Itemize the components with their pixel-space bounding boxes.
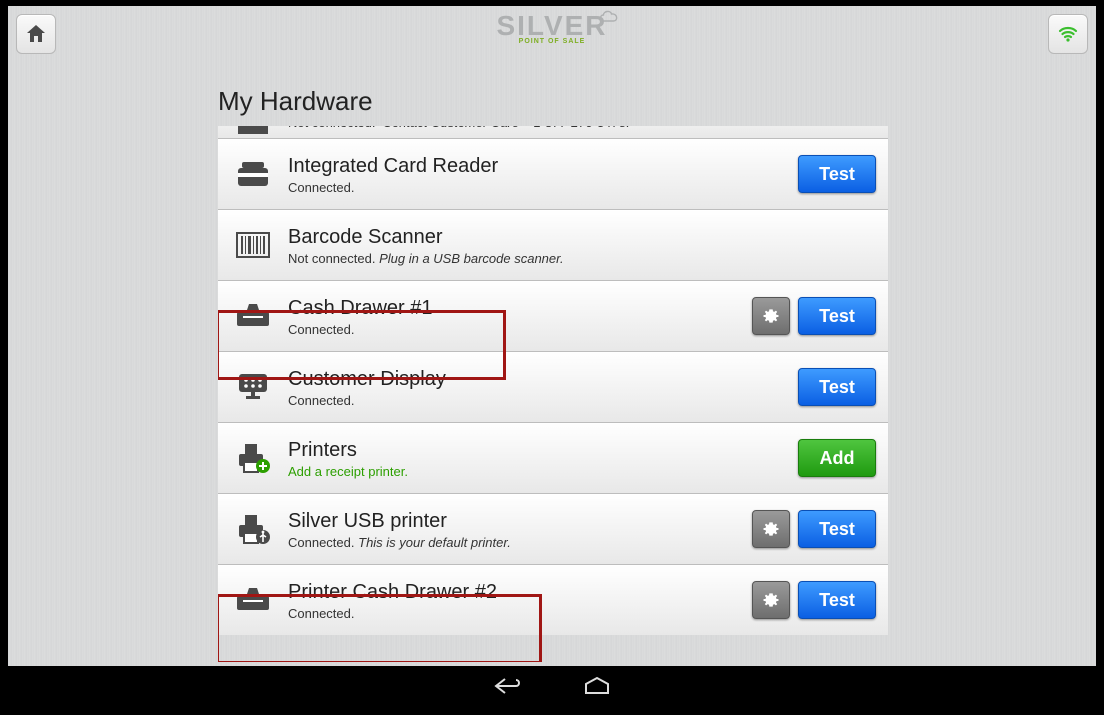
drawer-icon <box>236 126 270 138</box>
home-nav-button[interactable] <box>583 676 611 701</box>
item-title: Printers <box>288 438 798 462</box>
cash-drawer-icon <box>235 586 271 614</box>
item-title: Printer Cash Drawer #2 <box>288 580 752 604</box>
wifi-icon <box>1056 22 1080 46</box>
list-item-card-reader[interactable]: Integrated Card Reader Connected. Test <box>218 138 888 209</box>
wifi-button[interactable] <box>1048 14 1088 54</box>
status-text: Connected. <box>288 606 752 621</box>
home-outline-icon <box>583 676 611 696</box>
barcode-icon <box>236 231 270 259</box>
item-title: Integrated Card Reader <box>288 154 798 178</box>
status-text: Connected. <box>288 180 798 195</box>
list-item-printer-cash-drawer-2[interactable]: Printer Cash Drawer #2 Connected. Test <box>218 564 888 635</box>
settings-button[interactable] <box>752 297 790 335</box>
test-button[interactable]: Test <box>798 155 876 193</box>
home-icon <box>24 22 48 46</box>
settings-button[interactable] <box>752 510 790 548</box>
item-title: Customer Display <box>288 367 798 391</box>
list-item-silver-usb-printer[interactable]: Silver USB printer Connected. This is yo… <box>218 493 888 564</box>
list-item-printers[interactable]: Printers Add a receipt printer. Add <box>218 422 888 493</box>
status-text: Not connected. Contact Customer Care – 1… <box>288 126 876 130</box>
printer-add-icon <box>235 442 271 474</box>
gear-icon <box>761 306 781 326</box>
list-item[interactable]: Not connected. Contact Customer Care – 1… <box>218 126 888 138</box>
status-text: Connected. <box>288 393 798 408</box>
home-button[interactable] <box>16 14 56 54</box>
item-title: Cash Drawer #1 <box>288 296 752 320</box>
add-button[interactable]: Add <box>798 439 876 477</box>
status-text: Not connected. Plug in a USB barcode sca… <box>288 251 876 266</box>
cloud-icon <box>598 9 620 23</box>
status-text: Connected. This is your default printer. <box>288 535 752 550</box>
status-text: Connected. <box>288 322 752 337</box>
cash-drawer-icon <box>235 302 271 330</box>
card-reader-icon <box>236 160 270 188</box>
test-button[interactable]: Test <box>798 297 876 335</box>
test-button[interactable]: Test <box>798 510 876 548</box>
settings-button[interactable] <box>752 581 790 619</box>
item-title: Barcode Scanner <box>288 225 876 249</box>
display-icon <box>236 372 270 402</box>
list-item-customer-display[interactable]: Customer Display Connected. Test <box>218 351 888 422</box>
list-item-barcode[interactable]: Barcode Scanner Not connected. Plug in a… <box>218 209 888 280</box>
back-button[interactable] <box>493 676 523 701</box>
gear-icon <box>761 519 781 539</box>
brand-name: SILVER <box>496 12 607 40</box>
test-button[interactable]: Test <box>798 581 876 619</box>
gear-icon <box>761 590 781 610</box>
printer-usb-icon <box>235 513 271 545</box>
item-title: Silver USB printer <box>288 509 752 533</box>
test-button[interactable]: Test <box>798 368 876 406</box>
brand-logo: SILVER POINT OF SALE <box>496 12 607 45</box>
android-navbar <box>8 666 1096 710</box>
header: SILVER POINT OF SALE <box>8 6 1096 60</box>
page-title: My Hardware <box>218 86 373 117</box>
status-text: Add a receipt printer. <box>288 464 798 479</box>
hardware-list[interactable]: Not connected. Contact Customer Care – 1… <box>218 126 888 662</box>
back-icon <box>493 676 523 696</box>
list-item-cash-drawer-1[interactable]: Cash Drawer #1 Connected. Test <box>218 280 888 351</box>
